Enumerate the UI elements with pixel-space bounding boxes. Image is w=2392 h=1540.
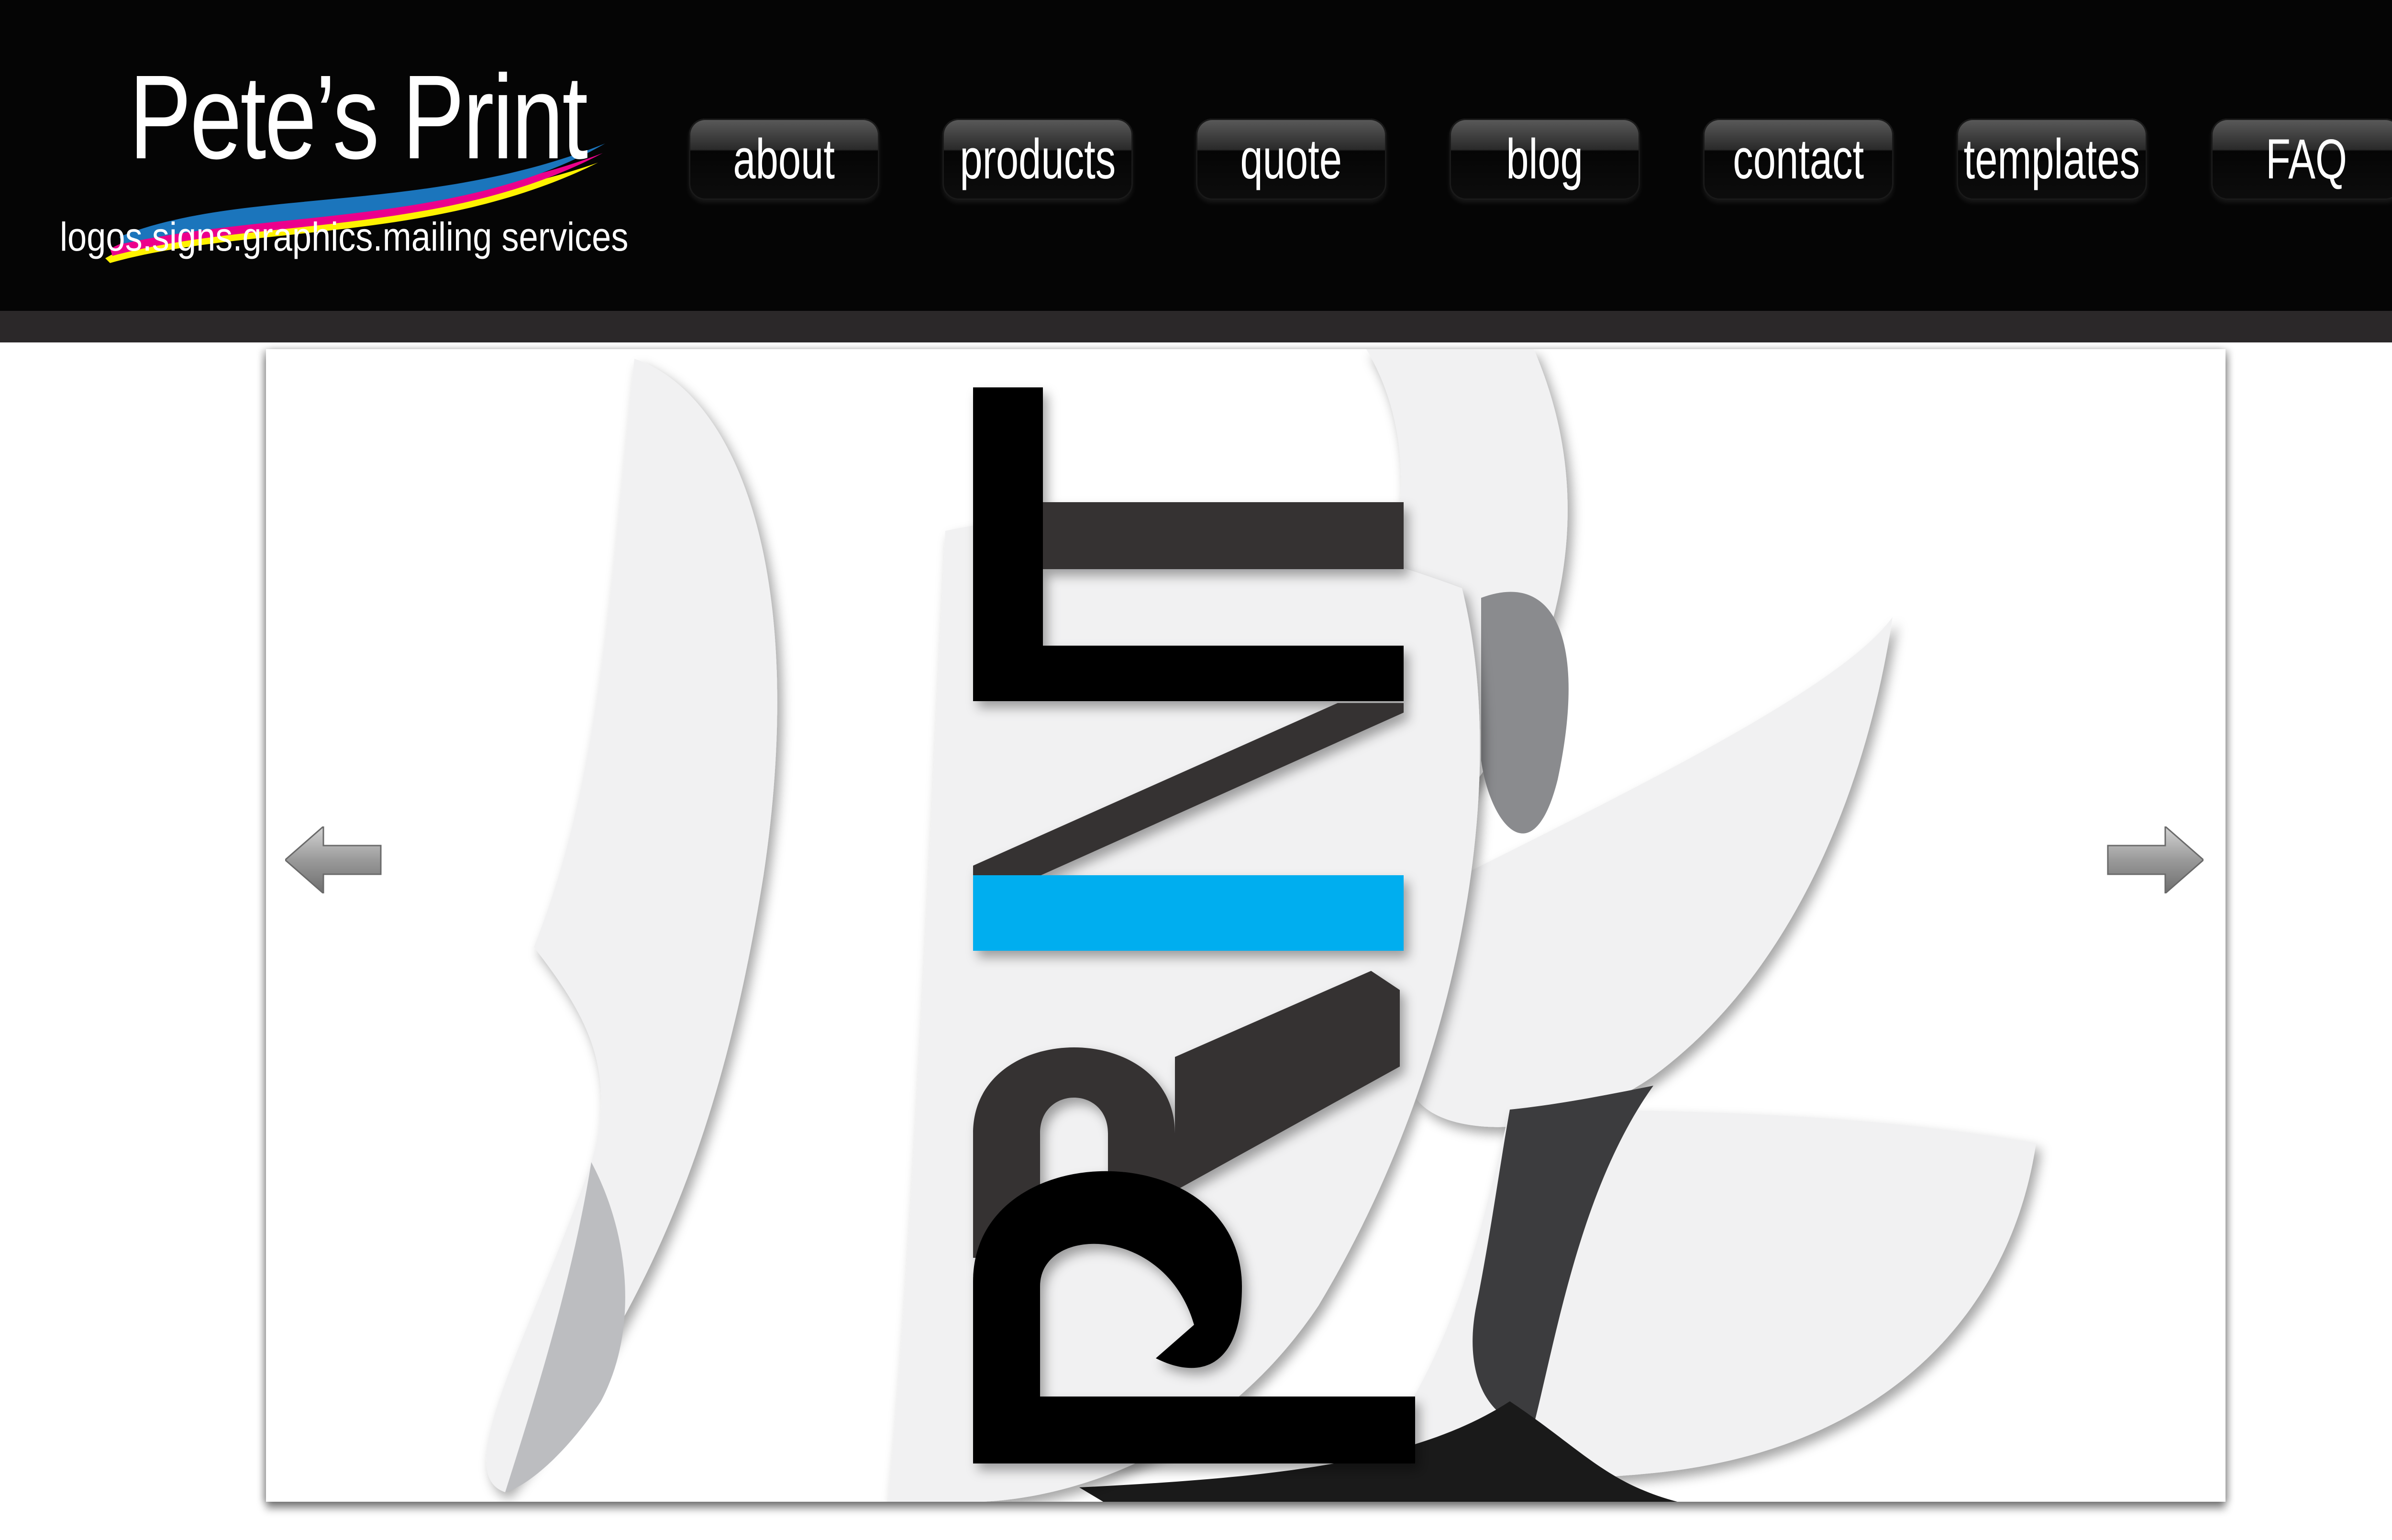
site-header: Pete’s Print logos.signs.graphics.mailin…: [0, 0, 2392, 311]
arrow-left-icon[interactable]: [285, 826, 386, 893]
nav-quote[interactable]: quote: [1196, 119, 1386, 200]
nav-label: products: [960, 128, 1116, 191]
nav-label: contact: [1733, 128, 1864, 191]
nav-faq[interactable]: FAQ: [2211, 119, 2392, 200]
brand-title: Pete’s Print: [129, 50, 588, 184]
nav-label: about: [733, 128, 835, 191]
main-nav: about products quote blog contact templa…: [689, 119, 2392, 202]
nav-products[interactable]: products: [942, 119, 1133, 200]
site-logo[interactable]: Pete’s Print logos.signs.graphics.mailin…: [53, 50, 629, 273]
nav-label: quote: [1240, 128, 1342, 191]
nav-label: templates: [1963, 128, 2140, 191]
nav-about[interactable]: about: [689, 119, 879, 200]
nav-contact[interactable]: contact: [1703, 119, 1894, 200]
nav-templates[interactable]: templates: [1957, 119, 2147, 200]
nav-label: FAQ: [2266, 128, 2347, 191]
brand-tagline: logos.signs.graphics.mailing services: [60, 214, 629, 259]
nav-blog[interactable]: blog: [1450, 119, 1640, 200]
print-pages-graphic: [486, 349, 2036, 1502]
header-divider: [0, 311, 2392, 342]
nav-label: blog: [1506, 128, 1584, 191]
slideshow-frame: [266, 349, 2226, 1502]
arrow-right-icon[interactable]: [2103, 826, 2204, 893]
